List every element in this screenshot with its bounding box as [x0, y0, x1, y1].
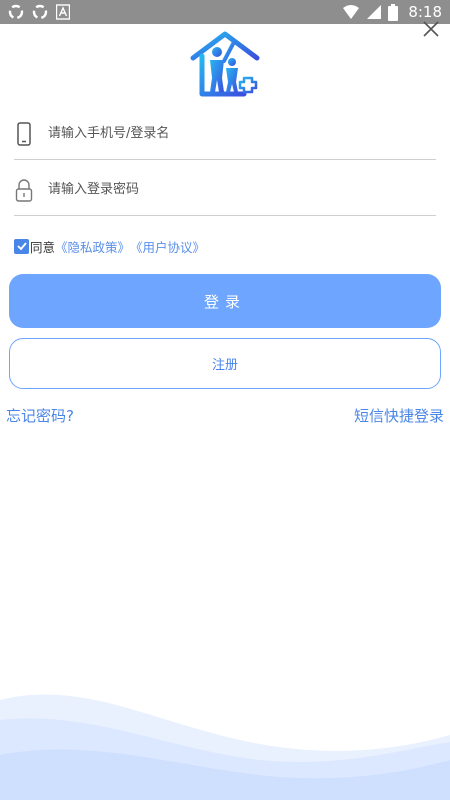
agreement-prefix: 同意: [30, 239, 56, 255]
wave-decoration: [0, 694, 450, 800]
password-field: [14, 160, 436, 216]
sms-login-link[interactable]: 短信快捷登录: [354, 405, 444, 426]
notification-icons: [8, 4, 70, 20]
phone-input[interactable]: [48, 118, 428, 148]
status-bar: 8:18: [0, 0, 450, 24]
login-button[interactable]: 登录: [9, 274, 441, 328]
lock-icon: [15, 179, 33, 202]
agreement-checkbox[interactable]: [14, 238, 29, 254]
app-logo: [188, 30, 262, 100]
forgot-password-link[interactable]: 忘记密码?: [6, 405, 74, 426]
checkmark-icon: [16, 242, 27, 251]
phone-field: [14, 104, 436, 160]
privacy-policy-link[interactable]: 《隐私政策》: [55, 237, 130, 256]
close-icon[interactable]: [420, 18, 442, 40]
agreement-row: 同意 《隐私政策》 《用户协议》: [14, 237, 205, 255]
signal-icon: [367, 5, 382, 19]
sync-icon: [32, 4, 48, 20]
sync-icon: [8, 4, 24, 20]
wifi-icon: [343, 5, 360, 19]
user-agreement-link[interactable]: 《用户协议》: [130, 237, 205, 256]
register-button[interactable]: 注册: [9, 338, 441, 389]
app-a-icon: [56, 4, 70, 20]
password-input[interactable]: [48, 174, 428, 204]
battery-icon: [388, 3, 399, 21]
phone-icon: [17, 122, 31, 146]
